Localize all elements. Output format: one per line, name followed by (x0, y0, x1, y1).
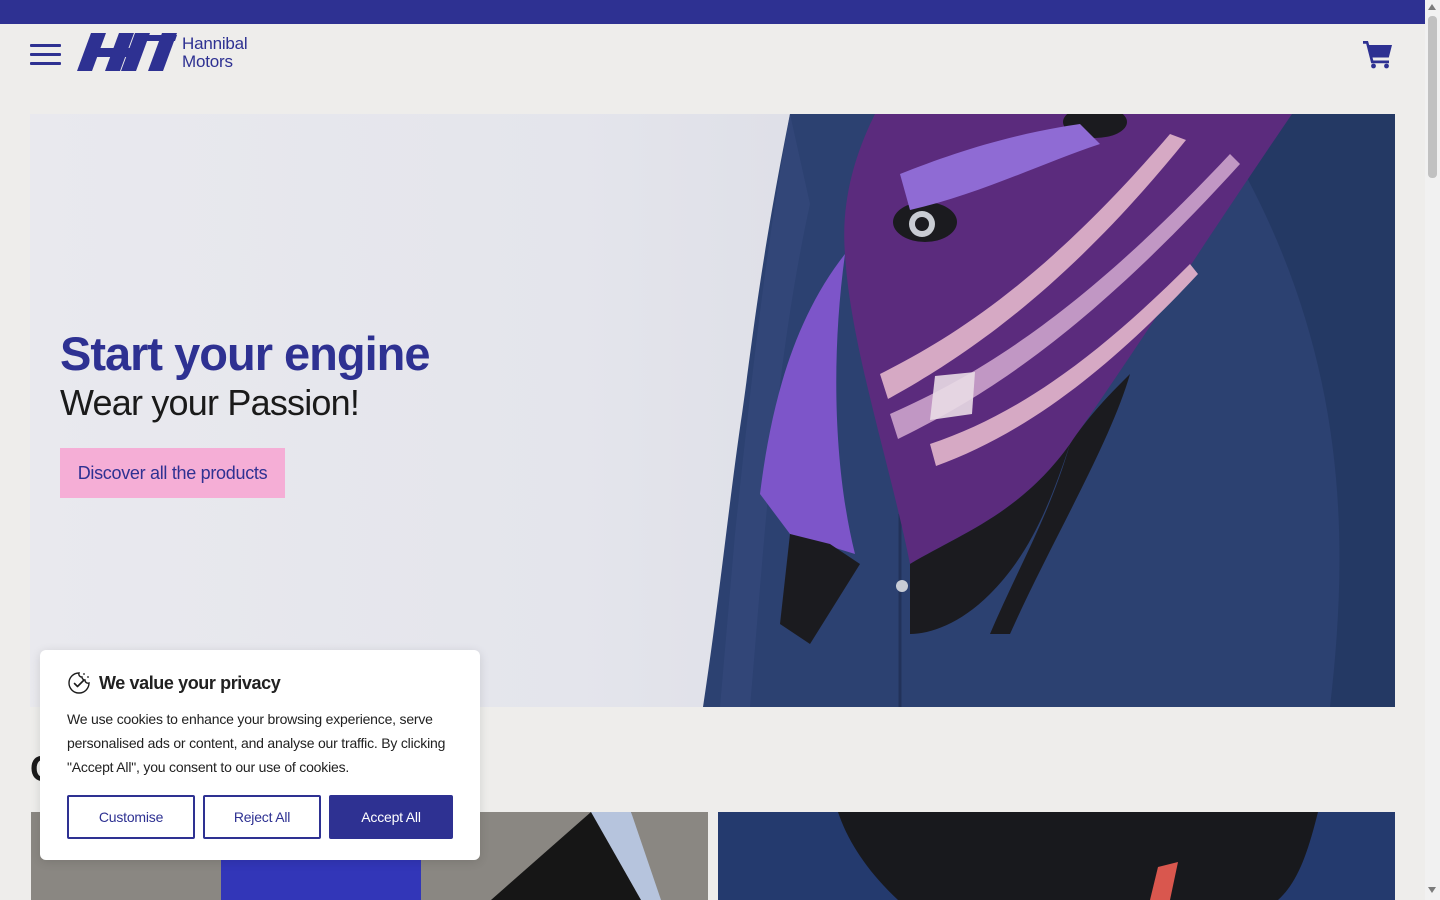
cookie-check-icon (68, 672, 90, 694)
brand-name-line1: Hannibal (182, 34, 248, 53)
site-header: Hannibal Motors (0, 24, 1425, 88)
hero-banner: Start your engine Wear your Passion! Dis… (30, 114, 1395, 707)
top-announcement-bar (0, 0, 1425, 24)
scrollbar-thumb[interactable] (1428, 16, 1437, 178)
brand-wordmark: Hannibal Motors (182, 35, 248, 71)
brand-name-line2: Motors (182, 52, 233, 71)
discover-products-button[interactable]: Discover all the products (60, 448, 285, 498)
vertical-scrollbar[interactable] (1425, 0, 1440, 900)
cookie-consent-banner: We value your privacy We use cookies to … (40, 650, 480, 860)
hannibal-motors-logo-mark (77, 33, 177, 71)
accept-all-button[interactable]: Accept All (329, 795, 453, 839)
cookie-title: We value your privacy (99, 672, 281, 693)
scroll-down-arrow-icon[interactable] (1428, 887, 1436, 893)
hamburger-menu-icon[interactable] (30, 42, 62, 68)
product-photo-2 (718, 812, 1395, 900)
shopping-cart-icon[interactable] (1362, 38, 1394, 70)
hero-title: Start your engine (60, 327, 431, 380)
cookie-description: We use cookies to enhance your browsing … (67, 711, 446, 775)
brand-logo[interactable]: Hannibal Motors (77, 33, 248, 73)
customise-button[interactable]: Customise (67, 795, 195, 839)
product-tile-2[interactable] (718, 812, 1395, 900)
cookie-header: We value your privacy (67, 671, 281, 695)
reject-all-button[interactable]: Reject All (203, 795, 321, 839)
scroll-up-arrow-icon[interactable] (1428, 4, 1436, 10)
hero-subtitle: Wear your Passion! (60, 382, 360, 423)
